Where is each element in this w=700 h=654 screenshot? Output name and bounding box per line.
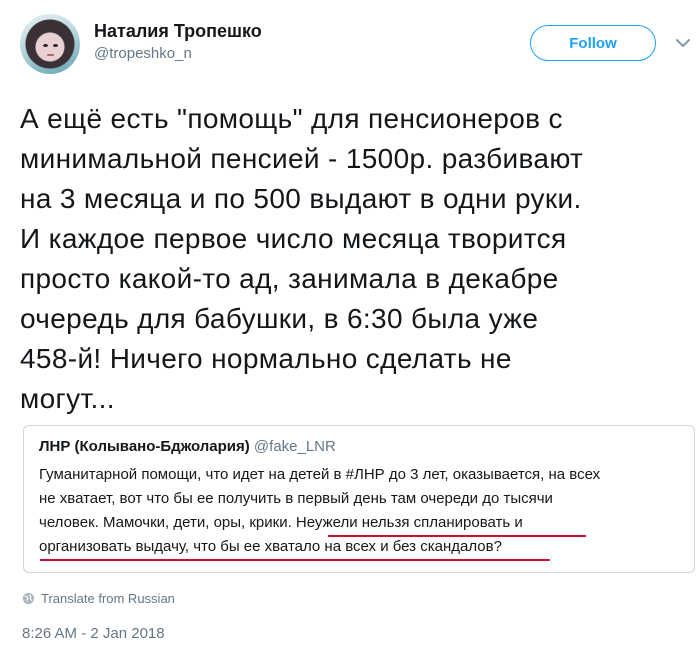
tweet-text: А ещё есть "помощь" для пенсионеров с ми…	[20, 103, 584, 414]
globe-icon	[22, 592, 35, 605]
quoted-author-name: ЛНР (Колывано-Бджолария)	[39, 438, 250, 455]
quoted-author-handle: @fake_LNR	[253, 438, 336, 455]
translate-link[interactable]: Translate from Russian	[22, 591, 175, 606]
quoted-tweet[interactable]: ЛНР (Колывано-Бджолария) @fake_LNR Гуман…	[23, 425, 695, 573]
follow-button[interactable]: Follow	[530, 25, 656, 61]
author-name[interactable]: Наталия Тропешко	[94, 21, 262, 42]
avatar-mouth	[47, 54, 54, 56]
red-underline	[328, 535, 586, 537]
avatar-eye	[43, 44, 48, 47]
avatar[interactable]	[20, 14, 80, 74]
translate-label[interactable]: Translate from Russian	[41, 591, 175, 606]
author-handle[interactable]: @tropeshko_n	[94, 45, 192, 62]
red-underline	[40, 559, 550, 561]
avatar-eye	[53, 44, 58, 47]
quoted-text: Гуманитарной помощи, что идет на детей в…	[39, 466, 601, 555]
timestamp[interactable]: 8:26 AM - 2 Jan 2018	[22, 625, 165, 642]
chevron-down-icon[interactable]	[674, 34, 692, 52]
quoted-header: ЛНР (Колывано-Бджолария) @fake_LNR	[39, 437, 679, 457]
